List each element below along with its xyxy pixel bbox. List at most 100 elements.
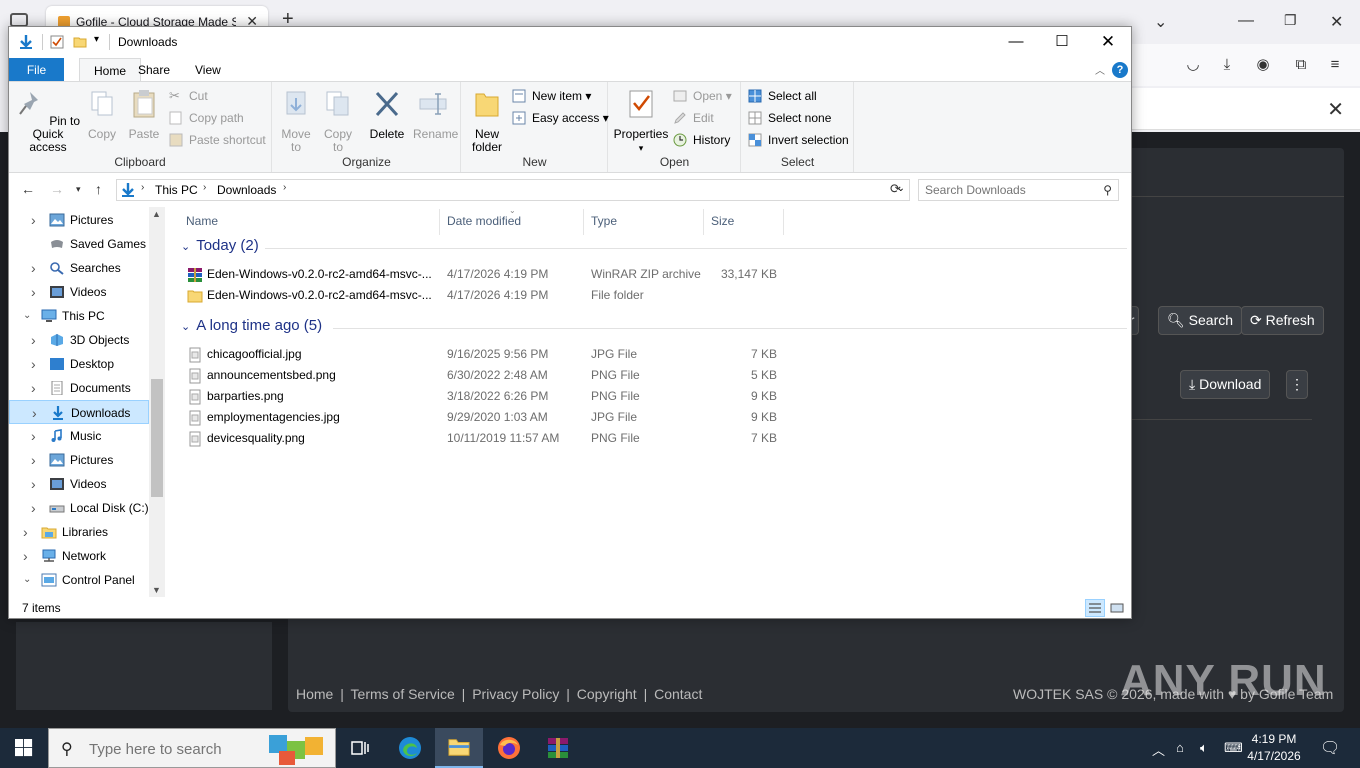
up-arrow-icon[interactable]: ↑	[95, 181, 102, 197]
file-row[interactable]: employmentagencies.jpg 9/29/2020 1:03 AM J…	[187, 407, 787, 428]
tab-file[interactable]: File	[9, 58, 64, 82]
collapsed-chevron-icon[interactable]: ›	[23, 520, 28, 544]
more-options-icon[interactable]: ⋮	[1286, 370, 1308, 399]
tab-list-icon[interactable]	[10, 13, 28, 27]
nav-item-3d-objects[interactable]: › 3D Objects	[9, 328, 149, 352]
taskbar-search-input[interactable]	[89, 739, 289, 759]
footer-link-terms[interactable]: Terms of Service	[351, 686, 455, 702]
expanded-chevron-icon[interactable]: ⌄	[23, 568, 31, 592]
group-collapse-icon[interactable]: ⌄	[181, 321, 190, 333]
footer-link-contact[interactable]: Contact	[654, 686, 702, 702]
search-input[interactable]	[925, 182, 1095, 198]
paste-button[interactable]: Paste	[127, 88, 161, 141]
collapse-ribbon-icon[interactable]: ︿	[1095, 62, 1105, 77]
file-row[interactable]: Eden-Windows-v0.2.0-rc2-amd64-msvc-... 4/…	[187, 285, 787, 306]
nav-item-searches[interactable]: › Searches	[9, 256, 149, 280]
pin-to-quick-access-button[interactable]: Pin to Quick access	[15, 88, 81, 154]
maximize-button[interactable]: ☐	[1039, 30, 1085, 54]
search-field[interactable]: ⚲	[918, 179, 1119, 201]
download-button[interactable]: ⤓ Download	[1180, 370, 1271, 399]
nav-item-documents[interactable]: › Documents	[9, 376, 149, 400]
collapsed-chevron-icon[interactable]: ›	[23, 544, 28, 568]
properties-button[interactable]: Properties ▾	[613, 88, 669, 155]
collapsed-chevron-icon[interactable]: ›	[32, 401, 37, 425]
refresh-icon[interactable]: ⟳	[890, 181, 901, 197]
scroll-up-icon[interactable]: ▲	[152, 209, 161, 219]
nav-item-pictures[interactable]: › Pictures	[9, 208, 149, 232]
refresh-button[interactable]: ⟳ Refresh	[1241, 306, 1324, 335]
group-header[interactable]: ⌄ A long time ago (5)	[173, 317, 322, 334]
column-divider[interactable]	[439, 209, 440, 235]
expanded-chevron-icon[interactable]: ⌄	[23, 304, 31, 328]
column-divider[interactable]	[703, 209, 704, 235]
properties-quick-icon[interactable]	[50, 35, 64, 49]
help-icon[interactable]: ?	[1112, 62, 1128, 78]
file-row[interactable]: Eden-Windows-v0.2.0-rc2-amd64-msvc-... 4/…	[187, 264, 787, 285]
footer-link-home[interactable]: Home	[296, 686, 333, 702]
browser-minimize-icon[interactable]: —	[1238, 12, 1254, 30]
nav-item-videos[interactable]: › Videos	[9, 280, 149, 304]
new-folder-button[interactable]: New folder	[468, 88, 506, 154]
nav-item-this-pc[interactable]: ⌄ This PC	[9, 304, 149, 328]
account-icon[interactable]: ◉	[1254, 56, 1272, 74]
invert-selection-button[interactable]: Invert selection	[748, 130, 849, 150]
winrar-app[interactable]	[534, 728, 582, 768]
nav-item-control-panel[interactable]: ⌄ Control Panel	[9, 568, 149, 592]
collapsed-chevron-icon[interactable]: ›	[31, 472, 36, 496]
file-row[interactable]: chicagoofficial.jpg 9/16/2025 9:56 PM JPG …	[187, 344, 787, 365]
show-hidden-icons-icon[interactable]: ︿	[1152, 740, 1165, 759]
footer-link-privacy[interactable]: Privacy Policy	[472, 686, 559, 702]
collapsed-chevron-icon[interactable]: ›	[31, 352, 36, 376]
column-divider[interactable]	[583, 209, 584, 235]
nav-scrollbar[interactable]: ▲ ▼	[149, 207, 165, 597]
edit-button[interactable]: Edit	[673, 108, 714, 128]
list-all-tabs-icon[interactable]: ⌄	[1154, 12, 1167, 32]
edge-app[interactable]	[386, 728, 434, 768]
file-row[interactable]: barparties.png 3/18/2022 6:26 PM PNG File 9…	[187, 386, 787, 407]
easy-access-button[interactable]: Easy access ▾	[512, 108, 609, 128]
breadcrumb-downloads[interactable]: Downloads	[217, 183, 276, 197]
details-view-button[interactable]	[1085, 599, 1105, 617]
group-collapse-icon[interactable]: ⌄	[181, 241, 190, 253]
network-tray-icon[interactable]: ⌂	[1176, 740, 1184, 755]
nav-item-libraries[interactable]: › Libraries	[9, 520, 149, 544]
downloads-icon[interactable]: ⤓	[1218, 56, 1236, 74]
scrollbar-thumb[interactable]	[151, 379, 163, 497]
forward-arrow-icon[interactable]: →	[50, 181, 64, 197]
breadcrumb-this-pc[interactable]: This PC	[155, 183, 198, 197]
breadcrumb-chevron-icon[interactable]: ›	[203, 182, 206, 193]
system-clock[interactable]: 4:19 PM 4/17/2026	[1244, 731, 1304, 765]
tab-view[interactable]: View	[181, 58, 235, 82]
close-button[interactable]: ✕	[1085, 30, 1131, 54]
column-divider[interactable]	[783, 209, 784, 235]
nav-item-saved-games[interactable]: Saved Games	[9, 232, 149, 256]
group-header[interactable]: ⌄ Today (2)	[173, 237, 259, 254]
nav-item-network[interactable]: › Network	[9, 544, 149, 568]
firefox-app[interactable]	[485, 728, 533, 768]
select-all-button[interactable]: Select all	[748, 86, 817, 106]
copy-path-button[interactable]: Copy path	[169, 108, 244, 128]
taskbar-search[interactable]: ⚲	[48, 728, 336, 768]
collapsed-chevron-icon[interactable]: ›	[31, 424, 36, 448]
delete-button[interactable]: Delete	[369, 88, 405, 141]
collapsed-chevron-icon[interactable]: ›	[31, 376, 36, 400]
footer-link-copyright[interactable]: Copyright	[577, 686, 637, 702]
collapsed-chevron-icon[interactable]: ›	[31, 496, 36, 520]
collapsed-chevron-icon[interactable]: ›	[31, 208, 36, 232]
column-header-name[interactable]: Name	[186, 214, 218, 228]
collapsed-chevron-icon[interactable]: ›	[31, 280, 36, 304]
cut-button[interactable]: ✂ Cut	[169, 86, 208, 106]
tab-share[interactable]: Share	[124, 58, 184, 82]
copy-to-button[interactable]: Copy to	[321, 88, 355, 154]
menu-icon[interactable]: ≡	[1326, 56, 1344, 74]
open-button[interactable]: Open ▾	[673, 86, 732, 106]
customize-quick-access-icon[interactable]: ▾	[94, 34, 99, 45]
extensions-icon[interactable]: ⧉	[1292, 56, 1310, 74]
task-view-button[interactable]	[336, 728, 384, 768]
address-bar[interactable]: › This PC › Downloads › ⌄	[116, 179, 910, 201]
new-folder-quick-icon[interactable]	[73, 35, 87, 49]
file-explorer-app[interactable]	[435, 728, 483, 768]
nav-item-pictures[interactable]: › Pictures	[9, 448, 149, 472]
copy-button[interactable]: Copy	[85, 88, 119, 141]
nav-item-music[interactable]: › Music	[9, 424, 149, 448]
